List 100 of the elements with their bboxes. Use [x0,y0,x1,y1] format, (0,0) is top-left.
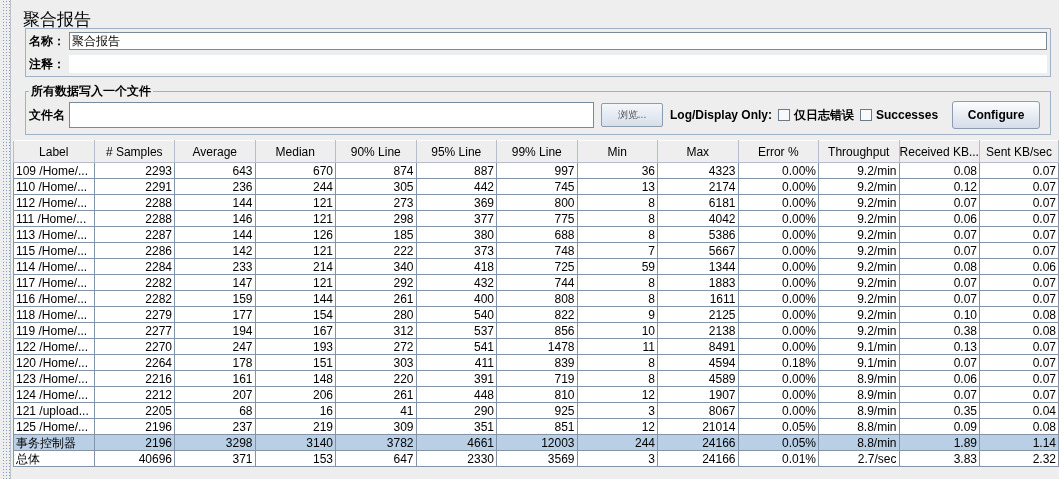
column-header[interactable]: Throughput [818,140,899,163]
table-row[interactable]: 事务控制器 2196 3298 3140 3782 4661 12003 244 24166 0.05% 8.8/min 1.89 1.14 [13,434,1059,451]
table-row[interactable]: 119 /Home/... 2277 194 167 312 537 856 10 2138 0.00% 9.2/min 0.38 0.08 [13,322,1059,339]
table-cell: 0.07 [979,354,1059,371]
table-cell: 41 [335,402,416,419]
checkbox-label[interactable]: Successes [876,108,939,122]
table-cell: 0.05% [738,418,819,435]
table-cell: 0.08 [899,258,980,275]
table-cell: 537 [416,322,497,339]
table-cell: 244 [255,178,336,195]
table-row[interactable]: 124 /Home/... 2212 207 206 261 448 810 12 1907 0.00% 8.9/min 0.07 0.07 [13,386,1059,403]
table-cell: 2291 [94,178,175,195]
table-cell: 3 [577,402,658,419]
table-cell: 9.2/min [818,194,899,211]
table-cell: 0.35 [899,402,980,419]
table-row[interactable]: 117 /Home/... 2282 147 121 292 432 744 8 1883 0.00% 9.2/min 0.07 0.07 [13,274,1059,291]
table-row[interactable]: 116 /Home/... 2282 159 144 261 400 808 8 1611 0.00% 9.2/min 0.07 0.07 [13,290,1059,307]
table-cell: 194 [174,322,255,339]
filename-field[interactable] [69,102,594,128]
column-header[interactable]: # Samples [94,140,175,163]
name-field[interactable]: 聚合报告 [69,32,1047,50]
table-row[interactable]: 总体 40696 371 153 647 2330 3569 3 24166 0.01% 2.7/sec 3.83 2.32 [13,450,1059,467]
column-header[interactable]: Sent KB/sec [979,140,1059,163]
table-cell: 8.9/min [818,402,899,419]
table-cell: 541 [416,338,497,355]
table-row[interactable]: 111 /Home/... 2288 146 121 298 377 775 8 4042 0.00% 9.2/min 0.06 0.07 [13,210,1059,227]
log-display-label: Log/Display Only: [670,108,772,122]
table-cell: 146 [174,210,255,227]
table-cell: 0.07 [899,194,980,211]
table-cell: 151 [255,354,336,371]
table-cell: 0.07 [899,386,980,403]
table-cell: 153 [255,450,336,467]
table-row[interactable]: 118 /Home/... 2279 177 154 280 540 822 9 2125 0.00% 9.2/min 0.10 0.08 [13,306,1059,323]
table-cell: 0.12 [899,178,980,195]
table-cell: 0.00% [738,194,819,211]
table-cell: 120 /Home/... [13,354,94,371]
table-row[interactable]: 121 /upload... 2205 68 16 41 290 925 3 8067 0.00% 8.9/min 0.35 0.04 [13,402,1059,419]
table-cell: 643 [174,162,255,179]
table-row[interactable]: 122 /Home/... 2270 247 193 272 541 1478 11 8491 0.00% 9.1/min 0.13 0.07 [13,338,1059,355]
table-cell: 9.2/min [818,274,899,291]
table-row[interactable]: 114 /Home/... 2284 233 214 340 418 725 59 1344 0.00% 9.2/min 0.08 0.06 [13,258,1059,275]
column-header[interactable]: 99% Line [496,140,577,163]
table-cell: 21014 [657,418,738,435]
table-cell: 688 [496,226,577,243]
table-row[interactable]: 123 /Home/... 2216 161 148 220 391 719 8 4589 0.00% 8.9/min 0.06 0.07 [13,370,1059,387]
table-cell: 0.00% [738,162,819,179]
table-cell: 748 [496,242,577,259]
section-title: 所有数据写入一个文件 [30,83,152,100]
table-cell: 2216 [94,370,175,387]
table-cell: 236 [174,178,255,195]
column-header[interactable]: 95% Line [416,140,497,163]
browse-button[interactable]: 浏览... [601,103,663,127]
table-cell: 总体 [13,450,94,467]
table-cell: 24166 [657,450,738,467]
column-header[interactable]: Average [174,140,255,163]
table-row[interactable]: 109 /Home/... 2293 643 670 874 887 997 36 4323 0.00% 9.2/min 0.08 0.07 [13,162,1059,179]
table-cell: 400 [416,290,497,307]
table-cell: 117 /Home/... [13,274,94,291]
table-cell: 0.00% [738,322,819,339]
table-cell: 340 [335,258,416,275]
table-cell: 2282 [94,290,175,307]
column-header[interactable]: Label [13,140,94,163]
table-row[interactable]: 125 /Home/... 2196 237 219 309 351 851 12 21014 0.05% 8.8/min 0.09 0.08 [13,418,1059,435]
table-cell: 167 [255,322,336,339]
table-row[interactable]: 120 /Home/... 2264 178 151 303 411 839 8 4594 0.18% 9.1/min 0.07 0.07 [13,354,1059,371]
table-cell: 2138 [657,322,738,339]
table-cell: 292 [335,274,416,291]
column-header[interactable]: Received KB... [899,140,980,163]
checkbox[interactable] [860,109,872,121]
table-cell: 2293 [94,162,175,179]
column-header[interactable]: Max [657,140,738,163]
column-header[interactable]: Median [255,140,336,163]
table-cell: 161 [174,370,255,387]
column-header[interactable]: 90% Line [335,140,416,163]
column-header[interactable]: Min [577,140,658,163]
table-cell: 272 [335,338,416,355]
checkbox[interactable] [778,109,790,121]
configure-button[interactable]: Configure [952,101,1041,129]
table-cell: 822 [496,306,577,323]
table-cell: 121 [255,210,336,227]
table-cell: 540 [416,306,497,323]
table-cell: 3.83 [899,450,980,467]
table-row[interactable]: 110 /Home/... 2291 236 244 305 442 745 13 2174 0.00% 9.2/min 0.12 0.07 [13,178,1059,195]
table-cell: 0.00% [738,242,819,259]
table-cell: 8067 [657,402,738,419]
table-cell: 2270 [94,338,175,355]
table-cell: 0.00% [738,274,819,291]
table-cell: 0.00% [738,338,819,355]
table-cell: 9.2/min [818,226,899,243]
table-row[interactable]: 112 /Home/... 2288 144 121 273 369 800 8 6181 0.00% 9.2/min 0.07 0.07 [13,194,1059,211]
column-header[interactable]: Error % [738,140,819,163]
table-cell: 3 [577,450,658,467]
table-row[interactable]: 113 /Home/... 2287 144 126 185 380 688 8 5386 0.00% 9.2/min 0.07 0.07 [13,226,1059,243]
table-cell: 2288 [94,194,175,211]
table-row[interactable]: 115 /Home/... 2286 142 121 222 373 748 7 5667 0.00% 9.2/min 0.07 0.07 [13,242,1059,259]
table-cell: 0.01% [738,450,819,467]
checkbox-label[interactable]: 仅日志错误 [794,106,854,124]
table-cell: 432 [416,274,497,291]
table-cell: 13 [577,178,658,195]
table-cell: 111 /Home/... [13,210,94,227]
